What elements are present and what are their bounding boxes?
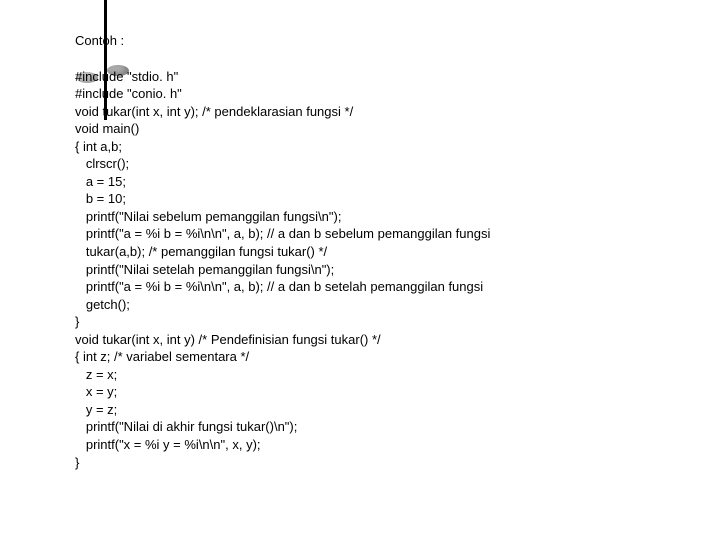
code-block: #include "stdio. h" #include "conio. h" … — [75, 68, 685, 472]
slide-content: Contoh : #include "stdio. h" #include "c… — [75, 32, 685, 471]
slide-title: Contoh : — [75, 32, 685, 50]
